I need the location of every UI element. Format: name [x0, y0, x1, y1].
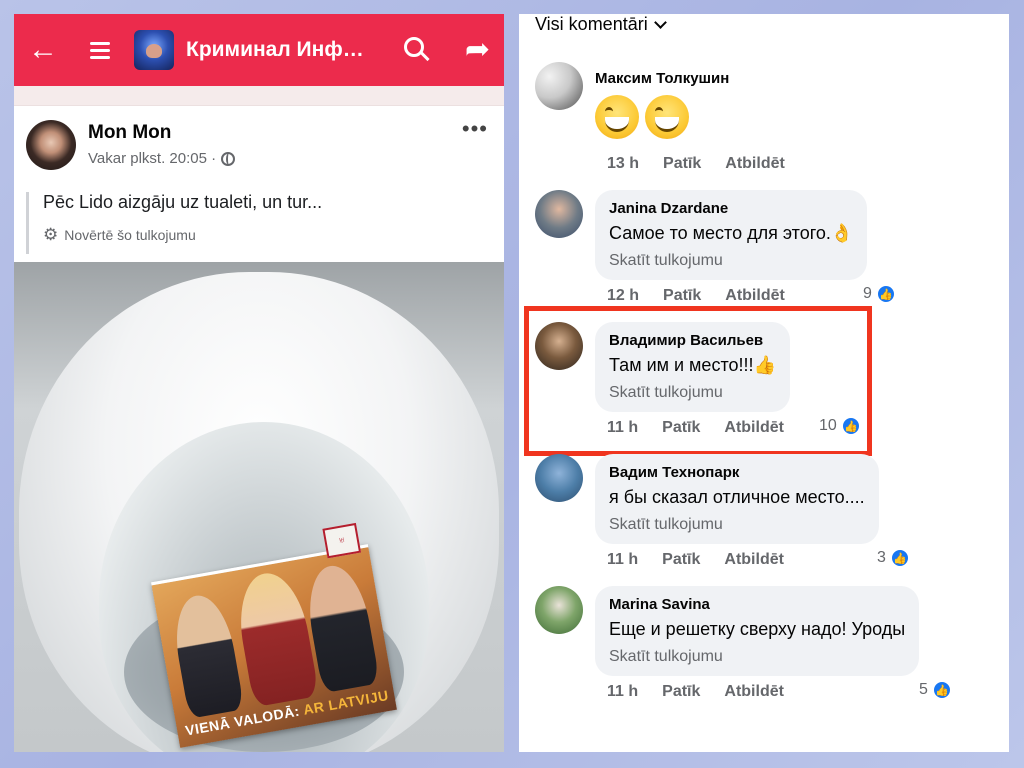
commenter-avatar[interactable] — [535, 62, 583, 110]
rate-translation[interactable]: ⚙ Novērtē šo tulkojumu — [43, 225, 492, 245]
comment-item: Вадим Технопарк я бы сказал отличное мес… — [535, 454, 879, 544]
like-button[interactable]: Patīk — [662, 683, 700, 701]
see-translation-link[interactable]: Skatīt tulkojumu — [609, 252, 853, 270]
reply-button[interactable]: Atbildēt — [724, 683, 784, 701]
party-logo: ♅ — [322, 522, 362, 559]
comment-item: Максим Толкушин — [535, 62, 729, 144]
post-body: Pēc Lido aizgāju uz tualeti, un tur... ⚙… — [26, 192, 492, 254]
thumbs-up-icon: 👍 — [931, 680, 952, 700]
reaction-count-number: 3 — [877, 549, 886, 566]
reaction-count[interactable]: 5 👍 — [919, 680, 952, 700]
sort-label[interactable]: Visi komentāri — [535, 14, 648, 35]
search-icon[interactable] — [394, 35, 442, 65]
post-panel: ← Криминал Инф… ➦ Mon Mon Vakar plkst. 2… — [14, 14, 504, 752]
like-button[interactable]: Patīk — [662, 551, 700, 569]
like-button[interactable]: Patīk — [663, 155, 701, 173]
commenter-name[interactable]: Janina Dzardane — [609, 200, 853, 217]
comment-time: 11 h — [607, 551, 639, 568]
comment-item: Marina Savina Еще и решетку сверху надо!… — [535, 586, 920, 676]
reply-button[interactable]: Atbildēt — [725, 287, 785, 305]
globe-icon — [221, 151, 236, 166]
comment-bubble: Janina Dzardane Самое то место для этого… — [595, 190, 868, 280]
grinning-face-icon — [645, 95, 689, 139]
author-avatar[interactable] — [26, 120, 76, 170]
post-text: Pēc Lido aizgāju uz tualeti, un tur... — [43, 192, 323, 212]
commenter-avatar[interactable] — [535, 190, 583, 238]
comment-text: Еще и решетку сверху надо! Уроды — [609, 619, 906, 639]
comment-bubble: Marina Savina Еще и решетку сверху надо!… — [595, 586, 920, 676]
menu-icon[interactable] — [90, 41, 134, 59]
gear-icon: ⚙ — [43, 225, 59, 244]
share-icon[interactable]: ➦ — [442, 35, 490, 65]
see-translation-link[interactable]: Skatīt tulkojumu — [609, 516, 865, 534]
comment-actions: 13 h Patīk Atbildēt — [607, 155, 809, 173]
top-bar: ← Криминал Инф… ➦ — [14, 14, 504, 86]
grinning-face-icon — [595, 95, 639, 139]
group-avatar[interactable] — [134, 30, 174, 70]
back-arrow-icon[interactable]: ← — [28, 35, 78, 65]
reaction-count-number: 9 — [863, 285, 872, 302]
commenter-name[interactable]: Вадим Технопарк — [609, 464, 865, 481]
comment-text: я бы сказал отличное место.... — [609, 487, 865, 507]
highlight-box — [524, 306, 872, 456]
comment-time: 12 h — [607, 287, 640, 304]
author-name[interactable]: Mon Mon — [88, 122, 235, 144]
commenter-avatar[interactable] — [535, 586, 583, 634]
comment-actions: 11 h Patīk Atbildēt — [607, 551, 808, 569]
comment-text — [595, 95, 729, 144]
comment-bubble: Вадим Технопарк я бы сказал отличное мес… — [595, 454, 879, 544]
like-button[interactable]: Patīk — [663, 287, 701, 305]
comment-sort-dropdown[interactable]: Visi komentāri — [535, 14, 667, 35]
thumbs-up-icon: 👍 — [875, 284, 896, 304]
post-header: Mon Mon Vakar plkst. 20:05 · ••• — [14, 106, 504, 170]
comments-panel: Visi komentāri Максим Толкушин 13 h Patī… — [519, 14, 1009, 752]
comment-text: Самое то место для этого.👌 — [609, 223, 854, 243]
post-time[interactable]: Vakar plkst. 20:05 · — [88, 150, 216, 167]
see-translation-link[interactable]: Skatīt tulkojumu — [609, 648, 905, 666]
group-title[interactable]: Криминал Инф… — [186, 38, 394, 62]
flyer-person — [168, 590, 245, 719]
post-meta: Vakar plkst. 20:05 · — [88, 150, 236, 167]
more-options-icon[interactable]: ••• — [462, 116, 488, 142]
commenter-name[interactable]: Marina Savina — [609, 596, 905, 613]
slogan-part-b: AR LATVIJU — [301, 686, 390, 718]
comment-time: 13 h — [607, 155, 640, 172]
comment-actions: 11 h Patīk Atbildēt — [607, 683, 808, 701]
reaction-count[interactable]: 9 👍 — [863, 284, 896, 304]
comment-item: Janina Dzardane Самое то место для этого… — [535, 190, 868, 280]
commenter-avatar[interactable] — [535, 454, 583, 502]
commenter-name[interactable]: Максим Толкушин — [595, 70, 729, 87]
reply-button[interactable]: Atbildēt — [725, 155, 785, 173]
divider — [14, 86, 504, 106]
chevron-down-icon — [653, 15, 667, 29]
thumbs-up-icon: 👍 — [889, 548, 910, 568]
comment-bubble: Максим Толкушин — [595, 62, 729, 144]
post-photo[interactable]: ♅ VIENĀ VALODĀ: AR LATVIJU — [14, 262, 504, 752]
reaction-count[interactable]: 3 👍 — [877, 548, 910, 568]
reply-button[interactable]: Atbildēt — [724, 551, 784, 569]
comment-time: 11 h — [607, 683, 639, 700]
flyer-person — [231, 567, 320, 708]
rate-translation-label[interactable]: Novērtē šo tulkojumu — [64, 227, 196, 243]
comment-actions: 12 h Patīk Atbildēt — [607, 287, 809, 305]
reaction-count-number: 5 — [919, 681, 928, 698]
